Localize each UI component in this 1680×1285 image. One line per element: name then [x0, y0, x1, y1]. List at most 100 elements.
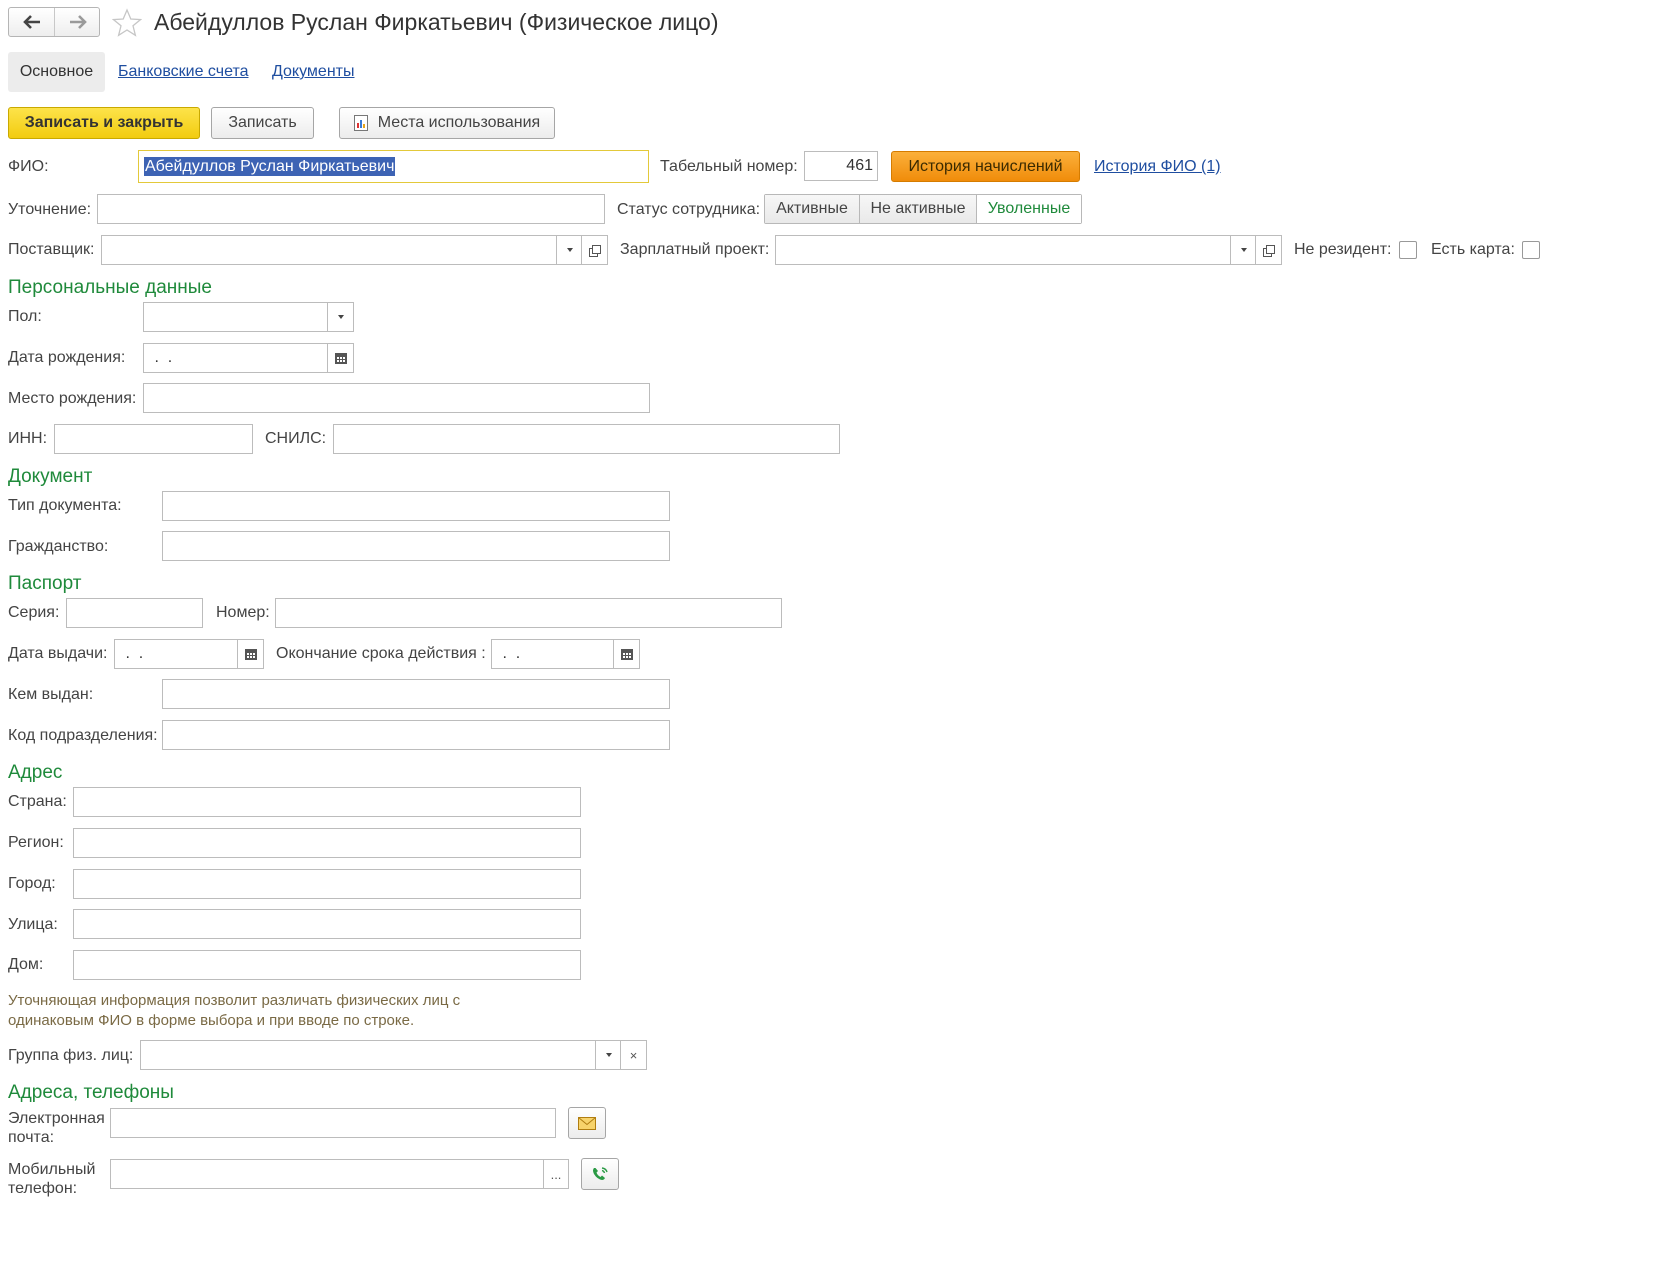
expiry-date-calendar-button[interactable]: [613, 640, 639, 668]
history-fio-link[interactable]: История ФИО (1): [1094, 158, 1221, 176]
issued-by-label: Кем выдан:: [8, 686, 94, 703]
email-input[interactable]: [110, 1108, 556, 1138]
city-input[interactable]: [73, 869, 581, 899]
issue-date-label: Дата выдачи:: [8, 645, 108, 662]
region-input[interactable]: [73, 828, 581, 858]
arrow-left-icon: [22, 15, 40, 29]
house-label: Дом:: [8, 956, 44, 973]
hint-line-1: Уточняющая информация позволит различать…: [8, 992, 461, 1009]
inn-input[interactable]: [54, 424, 253, 454]
mobile-more-button[interactable]: ...: [543, 1160, 568, 1188]
salary-project-open-button[interactable]: [1255, 236, 1281, 264]
citizenship-input[interactable]: [162, 531, 670, 561]
tabel-input[interactable]: 461: [804, 151, 878, 181]
save-button[interactable]: Записать: [211, 107, 314, 139]
snils-input[interactable]: [333, 424, 840, 454]
call-button[interactable]: [581, 1158, 619, 1190]
issue-date-input[interactable]: . .: [114, 639, 264, 669]
forward-button[interactable]: [55, 8, 100, 36]
fio-input[interactable]: Абейдуллов Руслан Фиркатьевич: [138, 150, 649, 183]
save-close-button[interactable]: Записать и закрыть: [8, 107, 200, 139]
tab-bank-accounts[interactable]: Банковские счета: [118, 63, 248, 81]
tabel-label: Табельный номер:: [660, 158, 798, 175]
salary-project-label: Зарплатный проект:: [620, 241, 770, 258]
gender-dropdown-button[interactable]: [327, 303, 353, 331]
series-input[interactable]: [66, 598, 203, 628]
section-personal-data: Персональные данные: [8, 277, 212, 298]
section-contacts: Адреса, телефоны: [8, 1082, 174, 1103]
nonresident-label: Не резидент:: [1294, 241, 1392, 258]
supplier-input[interactable]: [101, 235, 608, 265]
gender-select[interactable]: [143, 302, 354, 332]
clarification-input[interactable]: [97, 194, 605, 224]
report-icon: [353, 115, 368, 131]
has-card-checkbox[interactable]: [1522, 241, 1540, 259]
email-label: Электронная почта:: [8, 1110, 105, 1146]
close-icon: ×: [629, 1047, 638, 1063]
status-dismissed[interactable]: Уволенные: [977, 195, 1081, 223]
snils-label: СНИЛС:: [265, 430, 327, 447]
supplier-dropdown-button[interactable]: [556, 236, 582, 264]
calendar-icon: [334, 352, 347, 364]
gender-label: Пол:: [8, 308, 42, 325]
status-inactive[interactable]: Не активные: [860, 195, 977, 223]
issue-date-calendar-button[interactable]: [237, 640, 263, 668]
chevron-down-icon: [337, 315, 344, 319]
house-input[interactable]: [73, 950, 581, 980]
region-label: Регион:: [8, 834, 64, 851]
history-accruals-button[interactable]: История начислений: [891, 151, 1080, 182]
status-switch: Активные Не активные Уволенные: [764, 194, 1082, 224]
usages-label: Места использования: [377, 114, 541, 131]
usages-button[interactable]: Места использования: [339, 107, 555, 139]
birth-place-label: Место рождения:: [8, 390, 137, 407]
calendar-icon: [244, 648, 257, 660]
division-code-input[interactable]: [162, 720, 670, 750]
street-label: Улица:: [8, 916, 58, 933]
chevron-down-icon: [566, 248, 573, 252]
salary-project-dropdown-button[interactable]: [1230, 236, 1256, 264]
nav-buttons: [8, 7, 100, 37]
country-label: Страна:: [8, 793, 67, 810]
back-button[interactable]: [9, 8, 55, 36]
calendar-icon: [620, 648, 633, 660]
open-icon: [1263, 244, 1275, 257]
city-label: Город:: [8, 875, 56, 892]
birth-date-calendar-button[interactable]: [327, 344, 353, 372]
chevron-down-icon: [605, 1053, 612, 1057]
group-clear-button[interactable]: ×: [620, 1041, 646, 1069]
number-input[interactable]: [275, 598, 782, 628]
send-email-button[interactable]: [568, 1107, 606, 1139]
tabel-value: 461: [846, 157, 873, 174]
group-input[interactable]: ×: [140, 1040, 647, 1070]
birth-date-input[interactable]: . .: [143, 343, 354, 373]
doc-type-input[interactable]: [162, 491, 670, 521]
street-input[interactable]: [73, 909, 581, 939]
hint-text: Уточняющая информация позволит различать…: [8, 991, 460, 1031]
arrow-right-icon: [69, 15, 87, 29]
phone-icon: [593, 1167, 608, 1180]
expiry-date-input[interactable]: . .: [491, 639, 640, 669]
doc-type-label: Тип документа:: [8, 497, 122, 514]
nonresident-checkbox[interactable]: [1399, 241, 1417, 259]
salary-project-input[interactable]: [775, 235, 1282, 265]
status-label: Статус сотрудника:: [617, 201, 761, 218]
country-input[interactable]: [73, 787, 581, 817]
tab-main[interactable]: Основное: [8, 52, 105, 92]
status-active[interactable]: Активные: [765, 195, 860, 223]
issued-by-input[interactable]: [162, 679, 670, 709]
chevron-down-icon: [1240, 248, 1247, 252]
supplier-open-button[interactable]: [581, 236, 607, 264]
number-label: Номер:: [216, 604, 270, 621]
group-dropdown-button[interactable]: [595, 1041, 621, 1069]
section-passport: Паспорт: [8, 573, 82, 594]
citizenship-label: Гражданство:: [8, 538, 109, 555]
mobile-input[interactable]: ...: [110, 1159, 569, 1189]
hint-line-2: одинаковым ФИО в форме выбора и при ввод…: [8, 1012, 415, 1029]
page-title: Абейдуллов Руслан Фиркатьевич (Физическо…: [154, 9, 719, 35]
group-label: Группа физ. лиц:: [8, 1047, 134, 1064]
star-icon[interactable]: [112, 8, 142, 38]
supplier-label: Поставщик:: [8, 241, 95, 258]
clarification-label: Уточнение:: [8, 201, 92, 218]
tab-documents[interactable]: Документы: [272, 63, 354, 81]
birth-place-input[interactable]: [143, 383, 650, 413]
